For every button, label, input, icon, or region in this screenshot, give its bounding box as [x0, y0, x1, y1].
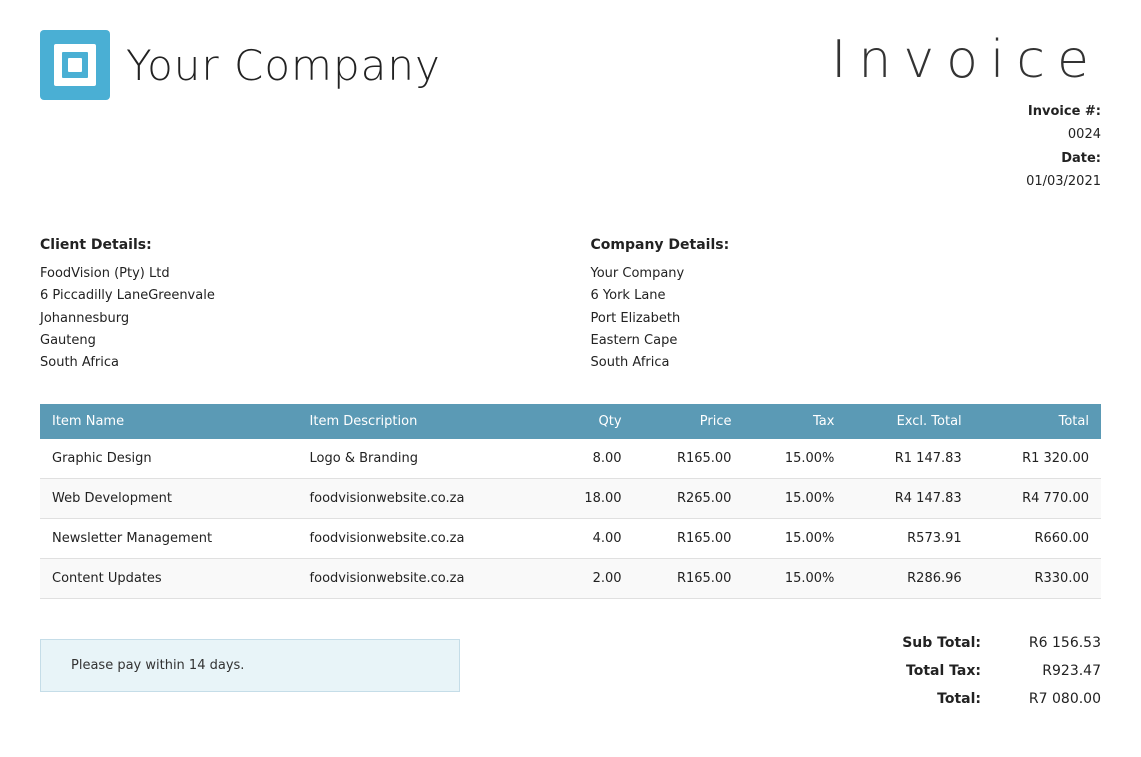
total-label: Total: — [881, 685, 981, 713]
client-name: FoodVision (Pty) Ltd — [40, 263, 551, 285]
total-tax-row: Total Tax: R923.47 — [881, 657, 1101, 685]
col-item-name: Item Name — [40, 404, 298, 439]
cell-qty: 8.00 — [548, 439, 634, 479]
cell-qty: 2.00 — [548, 558, 634, 598]
cell-item-name: Content Updates — [40, 558, 298, 598]
cell-excl-total: R286.96 — [846, 558, 973, 598]
cell-item-name: Newsletter Management — [40, 518, 298, 558]
table-row: Web Development foodvisionwebsite.co.za … — [40, 478, 1101, 518]
table-row: Newsletter Management foodvisionwebsite.… — [40, 518, 1101, 558]
invoice-date: 01/03/2021 — [1026, 174, 1101, 189]
cell-tax: 15.00% — [743, 478, 846, 518]
cell-total: R1 320.00 — [974, 439, 1101, 479]
cell-tax: 15.00% — [743, 518, 846, 558]
footer-area: Please pay within 14 days. Sub Total: R6… — [40, 629, 1101, 713]
client-address1: 6 Piccadilly LaneGreenvale — [40, 285, 551, 307]
company-logo-icon — [40, 30, 110, 100]
col-item-description: Item Description — [298, 404, 548, 439]
cell-qty: 4.00 — [548, 518, 634, 558]
date-label: Date: — [1061, 151, 1101, 166]
table-row: Content Updates foodvisionwebsite.co.za … — [40, 558, 1101, 598]
cell-price: R165.00 — [634, 558, 744, 598]
payment-note: Please pay within 14 days. — [40, 639, 460, 692]
col-total: Total — [974, 404, 1101, 439]
invoice-meta: Invoice #: 0024 Date: 01/03/2021 — [831, 100, 1101, 194]
company-name-header: Your Company — [126, 41, 441, 90]
client-country: South Africa — [40, 352, 551, 374]
invoice-title: Invoice — [831, 30, 1101, 90]
grand-total-row: Total: R7 080.00 — [881, 685, 1101, 713]
total-tax-value: R923.47 — [1001, 657, 1101, 685]
invoice-header: Your Company Invoice Invoice #: 0024 Dat… — [40, 30, 1101, 194]
company-name: Your Company — [591, 263, 1102, 285]
client-city: Johannesburg — [40, 308, 551, 330]
company-city: Port Elizabeth — [591, 308, 1102, 330]
cell-item-description: foodvisionwebsite.co.za — [298, 558, 548, 598]
table-row: Graphic Design Logo & Branding 8.00 R165… — [40, 439, 1101, 479]
col-price: Price — [634, 404, 744, 439]
col-qty: Qty — [548, 404, 634, 439]
company-province: Eastern Cape — [591, 330, 1102, 352]
cell-excl-total: R1 147.83 — [846, 439, 973, 479]
cell-total: R330.00 — [974, 558, 1101, 598]
client-details-col: Client Details: FoodVision (Pty) Ltd 6 P… — [40, 234, 551, 374]
client-province: Gauteng — [40, 330, 551, 352]
cell-tax: 15.00% — [743, 439, 846, 479]
cell-item-description: foodvisionwebsite.co.za — [298, 518, 548, 558]
cell-item-description: Logo & Branding — [298, 439, 548, 479]
total-value: R7 080.00 — [1001, 685, 1101, 713]
invoice-table: Item Name Item Description Qty Price Tax… — [40, 404, 1101, 599]
company-details-title: Company Details: — [591, 234, 1102, 258]
cell-price: R265.00 — [634, 478, 744, 518]
client-details-title: Client Details: — [40, 234, 551, 258]
invoice-number: 0024 — [1068, 127, 1101, 142]
details-section: Client Details: FoodVision (Pty) Ltd 6 P… — [40, 234, 1101, 374]
logo-area: Your Company — [40, 30, 441, 100]
cell-item-name: Web Development — [40, 478, 298, 518]
cell-item-description: foodvisionwebsite.co.za — [298, 478, 548, 518]
table-header-row: Item Name Item Description Qty Price Tax… — [40, 404, 1101, 439]
cell-total: R4 770.00 — [974, 478, 1101, 518]
cell-total: R660.00 — [974, 518, 1101, 558]
cell-item-name: Graphic Design — [40, 439, 298, 479]
invoice-title-area: Invoice Invoice #: 0024 Date: 01/03/2021 — [831, 30, 1101, 194]
col-excl-total: Excl. Total — [846, 404, 973, 439]
sub-total-row: Sub Total: R6 156.53 — [881, 629, 1101, 657]
company-address1: 6 York Lane — [591, 285, 1102, 307]
totals-section: Sub Total: R6 156.53 Total Tax: R923.47 … — [881, 629, 1101, 713]
cell-excl-total: R4 147.83 — [846, 478, 973, 518]
cell-excl-total: R573.91 — [846, 518, 973, 558]
invoice-number-label: Invoice #: — [1028, 104, 1101, 119]
total-tax-label: Total Tax: — [881, 657, 981, 685]
cell-tax: 15.00% — [743, 558, 846, 598]
sub-total-value: R6 156.53 — [1001, 629, 1101, 657]
cell-price: R165.00 — [634, 518, 744, 558]
col-tax: Tax — [743, 404, 846, 439]
cell-qty: 18.00 — [548, 478, 634, 518]
cell-price: R165.00 — [634, 439, 744, 479]
sub-total-label: Sub Total: — [881, 629, 981, 657]
company-country: South Africa — [591, 352, 1102, 374]
company-details-col: Company Details: Your Company 6 York Lan… — [591, 234, 1102, 374]
